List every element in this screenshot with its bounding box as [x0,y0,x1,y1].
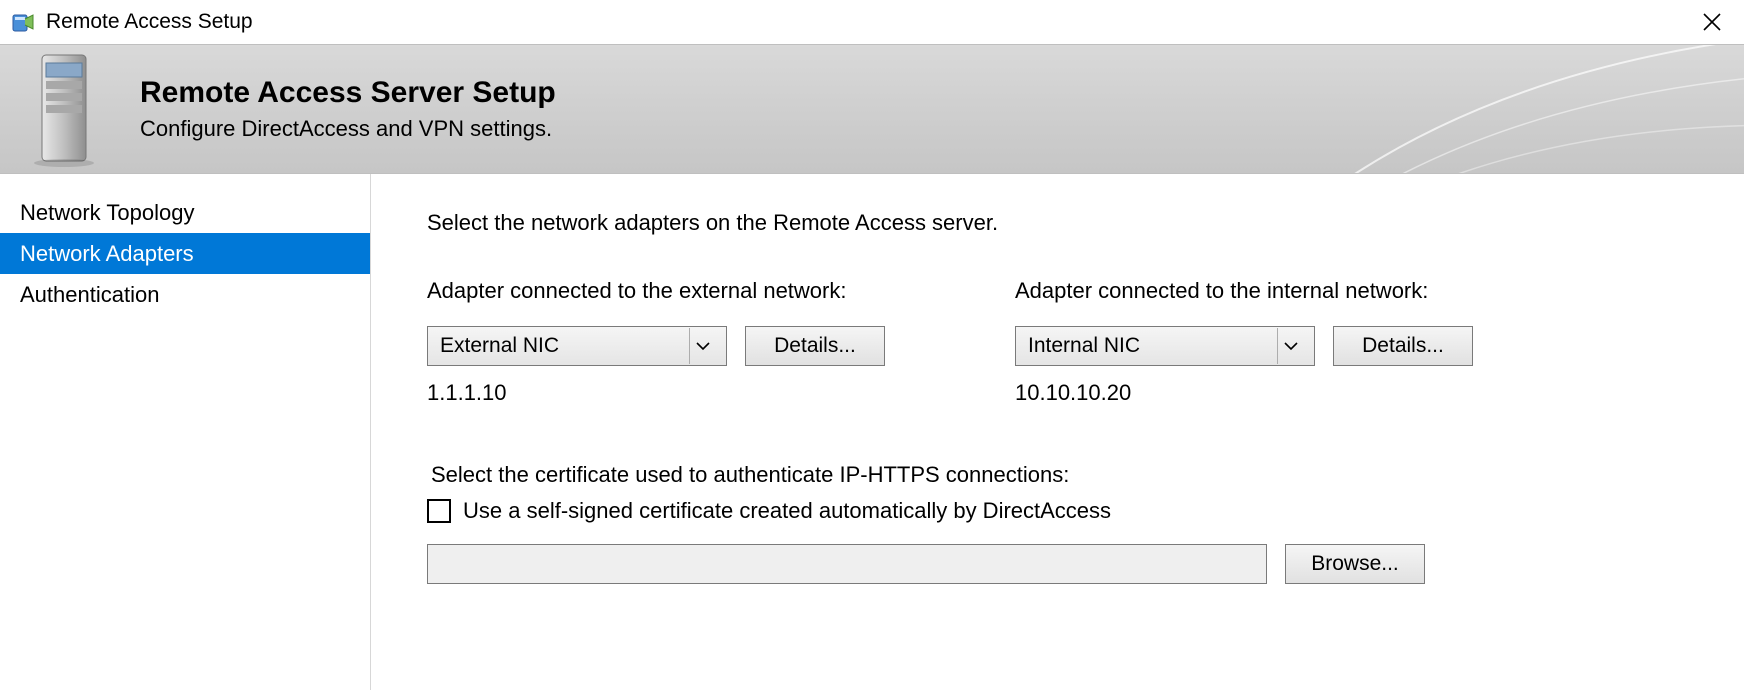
browse-button[interactable]: Browse... [1285,544,1425,584]
internal-details-button[interactable]: Details... [1333,326,1473,366]
window-title: Remote Access Setup [46,10,253,34]
sidebar-item-network-topology[interactable]: Network Topology [0,192,370,233]
page-title: Remote Access Server Setup [140,76,556,110]
page-subtitle: Configure DirectAccess and VPN settings. [140,116,556,142]
internal-adapter-ip: 10.10.10.20 [1015,380,1535,406]
chevron-down-icon [689,328,716,364]
close-icon [1702,12,1722,32]
external-adapter-select[interactable]: External NIC [427,326,727,366]
title-bar: Remote Access Setup [0,0,1744,44]
app-icon [10,9,36,35]
internal-adapter-selected: Internal NIC [1028,334,1269,358]
wizard-steps-sidebar: Network Topology Network Adapters Authen… [0,174,371,690]
certificate-field[interactable] [427,544,1267,584]
external-adapter-group: Adapter connected to the external networ… [427,278,947,406]
certificate-section: Select the certificate used to authentic… [427,462,1708,584]
intro-text: Select the network adapters on the Remot… [427,210,1708,236]
sidebar-item-authentication[interactable]: Authentication [0,274,370,315]
chevron-down-icon [1277,328,1304,364]
header-banner: Remote Access Server Setup Configure Dir… [0,44,1744,174]
main-panel: Select the network adapters on the Remot… [371,174,1744,690]
self-signed-certificate-checkbox[interactable] [427,499,451,523]
sidebar-item-label: Network Adapters [20,241,194,267]
self-signed-certificate-label: Use a self-signed certificate created au… [463,498,1111,524]
sidebar-item-network-adapters[interactable]: Network Adapters [0,233,370,274]
internal-adapter-group: Adapter connected to the internal networ… [1015,278,1535,406]
sidebar-item-label: Authentication [20,282,159,308]
external-adapter-label: Adapter connected to the external networ… [427,278,947,304]
external-adapter-selected: External NIC [440,334,681,358]
close-button[interactable] [1690,0,1734,44]
internal-adapter-label: Adapter connected to the internal networ… [1015,278,1535,304]
internal-adapter-select[interactable]: Internal NIC [1015,326,1315,366]
external-adapter-ip: 1.1.1.10 [427,380,947,406]
sidebar-item-label: Network Topology [20,200,194,226]
external-details-button[interactable]: Details... [745,326,885,366]
decorative-swoosh [1324,44,1744,174]
server-icon [14,49,114,169]
certificate-heading: Select the certificate used to authentic… [431,462,1708,488]
